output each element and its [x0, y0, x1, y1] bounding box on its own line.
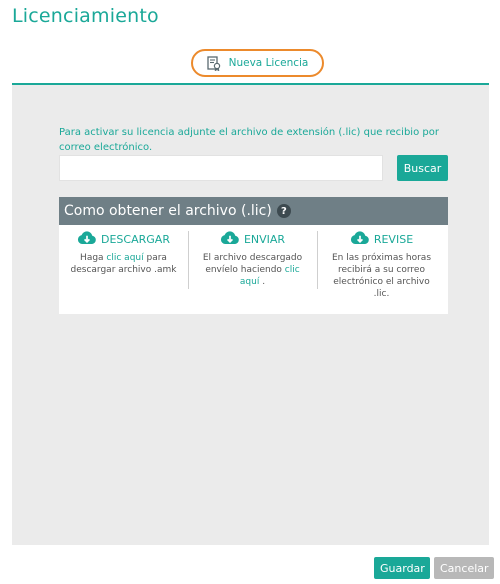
step-title: ENVIAR [243, 232, 286, 246]
step-title: DESCARGAR [101, 232, 170, 246]
cloud-download-icon [77, 230, 97, 249]
certificate-icon [206, 55, 221, 71]
tab-nueva-licencia[interactable]: Nueva Licencia [191, 49, 324, 77]
step-title: REVISE [373, 232, 414, 246]
download-link[interactable]: clic aquí [106, 253, 143, 263]
step-text: En las próximas horas recibirá a su corr… [331, 253, 432, 299]
instructions-text: Para activar su licencia adjunte el arch… [59, 127, 439, 153]
tab-label: Nueva Licencia [228, 57, 309, 69]
license-file-input[interactable] [59, 155, 383, 181]
cancel-button[interactable]: Cancelar [434, 557, 494, 579]
howto-box: Como obtener el archivo (.lic) ? DESCARG… [59, 197, 448, 314]
step-send: ENVIAR El archivo descargado envíelo hac… [188, 230, 317, 288]
search-button[interactable]: Buscar [397, 155, 448, 181]
step-download: DESCARGAR Haga clic aquí para descargar … [59, 230, 188, 276]
step-review: REVISE En las próximas horas recibirá a … [317, 230, 446, 300]
help-icon[interactable]: ? [276, 204, 291, 218]
page-title: Licenciamiento [12, 5, 159, 27]
tab-bar: Nueva Licencia [12, 43, 489, 85]
howto-title: Como obtener el archivo (.lic) [64, 203, 272, 219]
step-text: Haga clic aquí para descargar archivo .a… [70, 253, 177, 275]
howto-header: Como obtener el archivo (.lic) ? [59, 197, 448, 225]
license-panel: Nueva Licencia Para activar su licencia … [12, 43, 489, 545]
step-text: El archivo descargado envíelo haciendo c… [202, 253, 303, 287]
howto-steps: DESCARGAR Haga clic aquí para descargar … [59, 225, 448, 314]
cloud-download-icon [220, 230, 240, 249]
save-button[interactable]: Guardar [374, 557, 430, 579]
cloud-download-icon [350, 230, 370, 249]
